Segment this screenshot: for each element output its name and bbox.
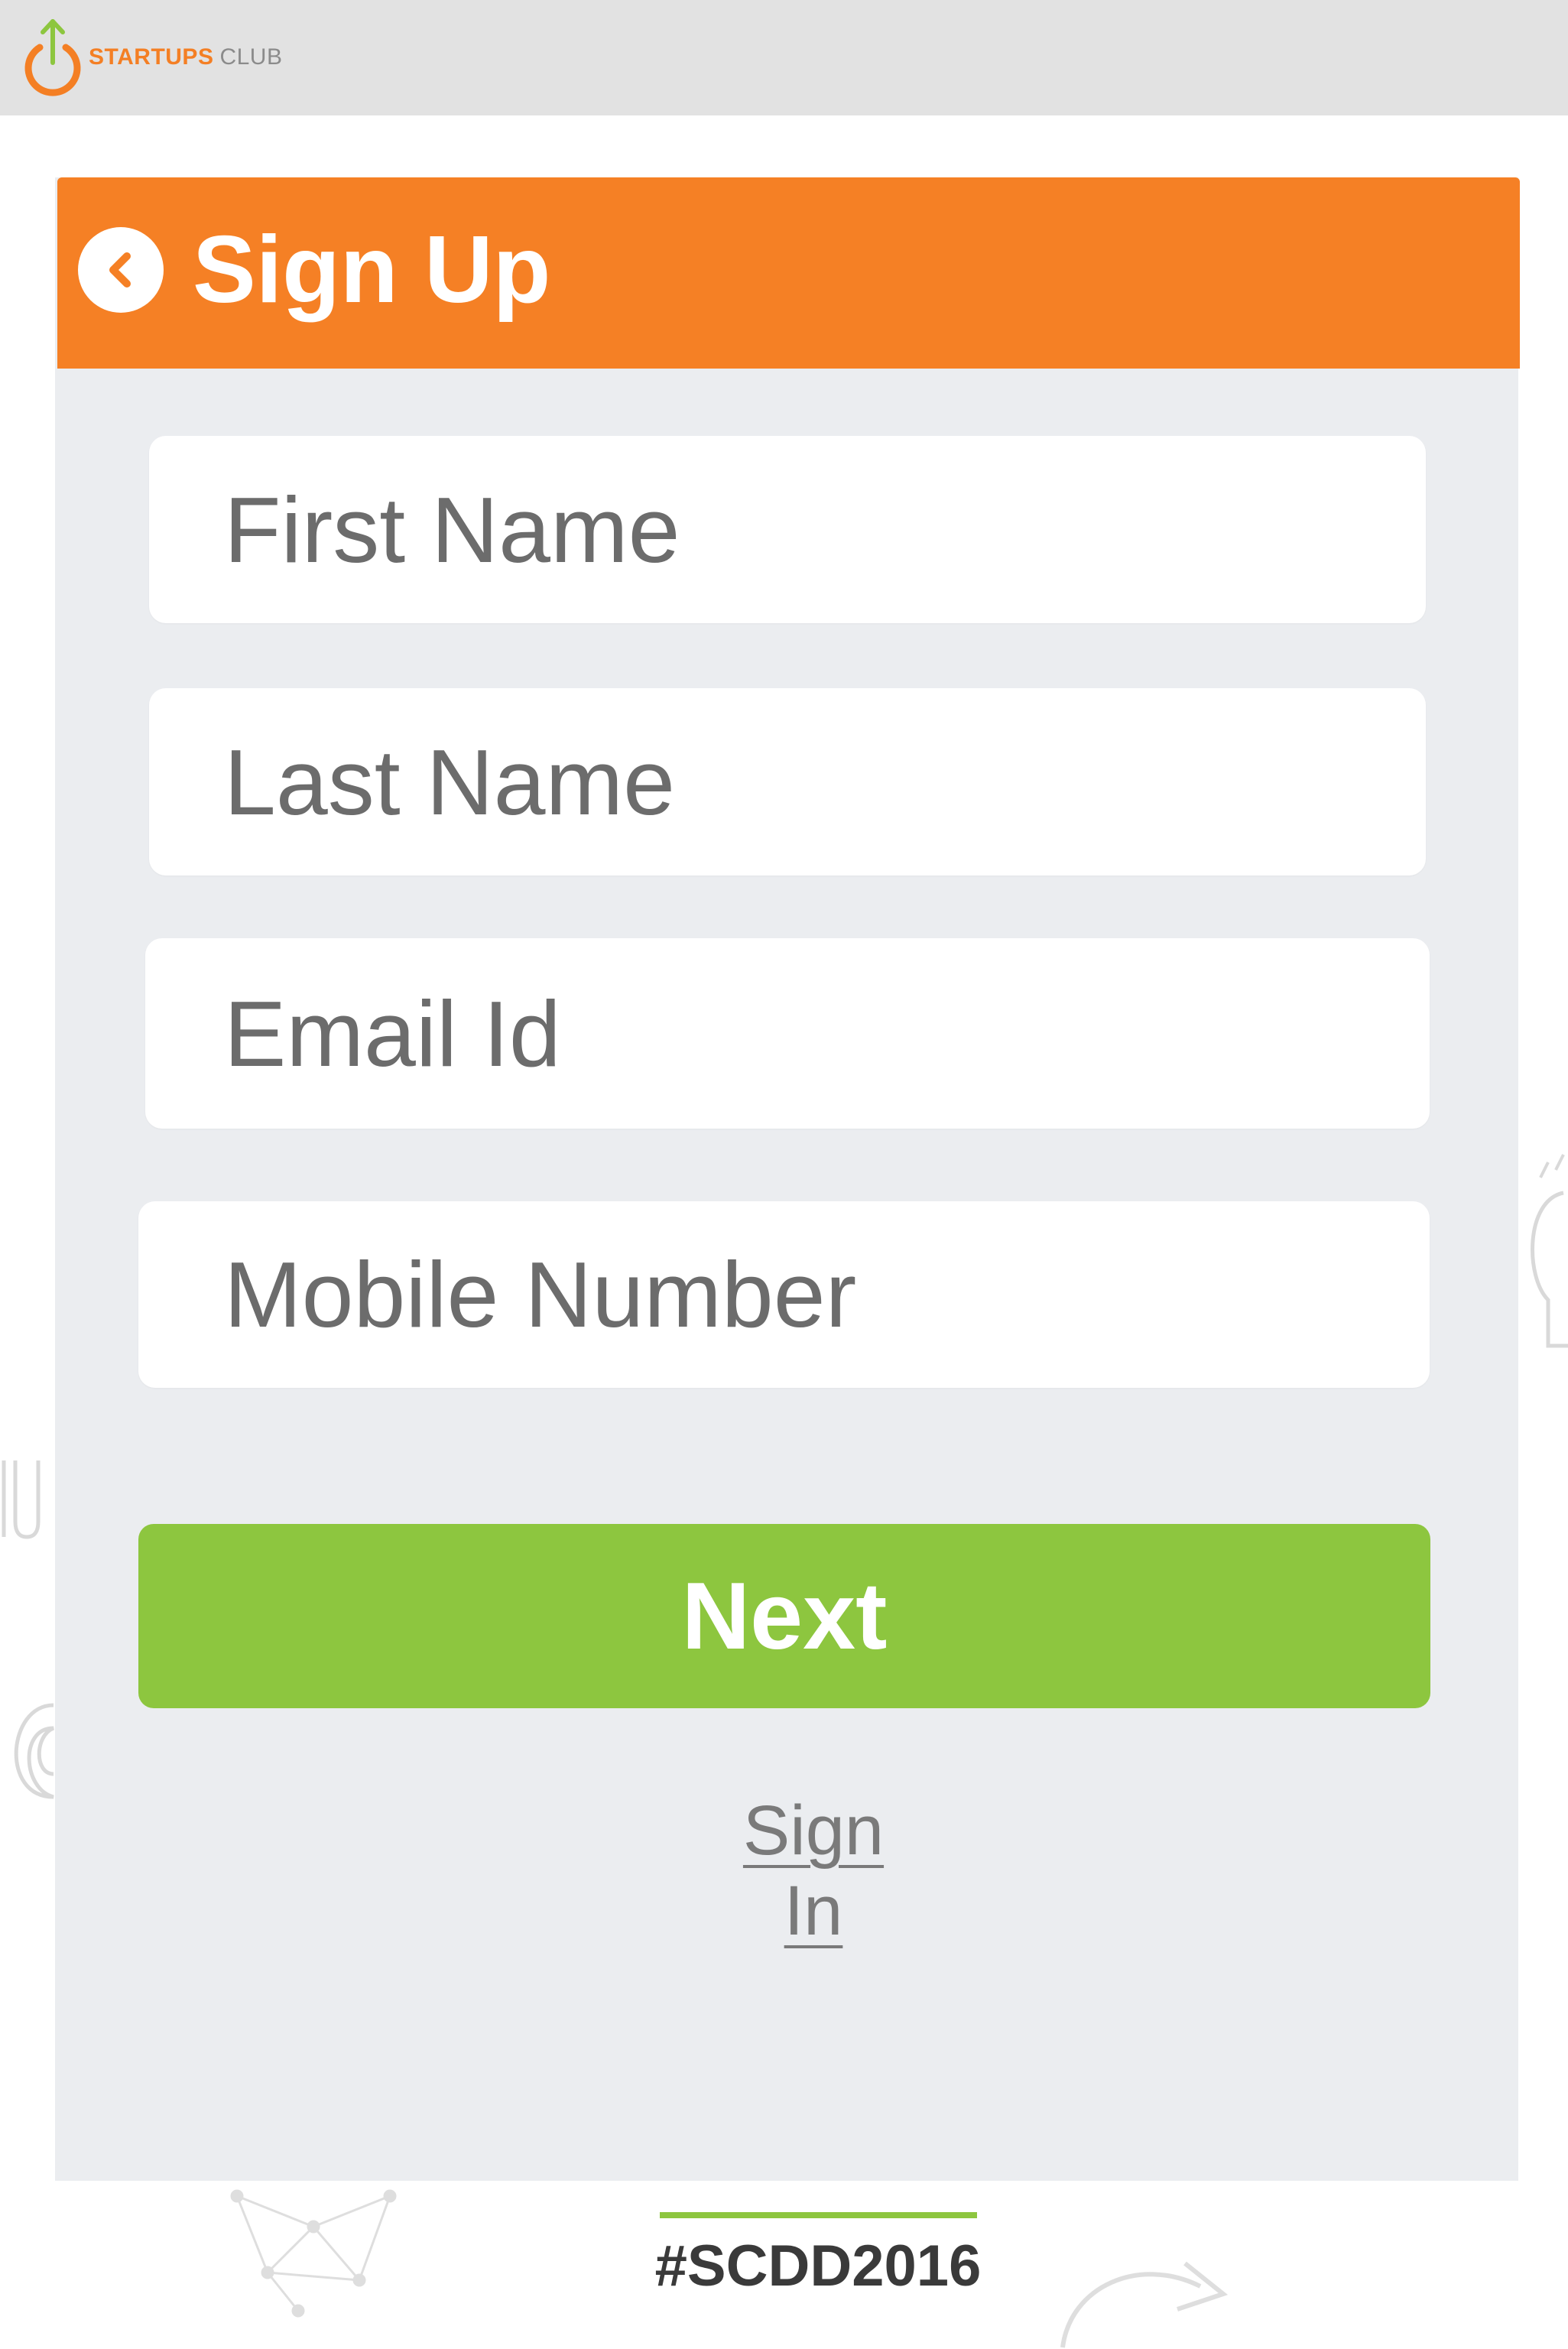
- back-button[interactable]: [78, 227, 164, 313]
- chevron-left-icon: [109, 252, 131, 288]
- logo-text: STARTUPS CLUB: [89, 44, 282, 70]
- first-name-field[interactable]: [149, 436, 1426, 623]
- event-hashtag: #SCDD2016: [654, 2234, 982, 2299]
- background-doodle-spiral: [14, 1703, 55, 1799]
- page-title: Sign Up: [193, 217, 551, 323]
- logo-club: CLUB: [219, 44, 283, 70]
- hashtag-divider: [660, 2212, 977, 2218]
- sign-in-link[interactable]: Sign In: [711, 1791, 916, 1951]
- startups-club-logo[interactable]: STARTUPS CLUB: [21, 15, 282, 99]
- top-bar: STARTUPS CLUB: [0, 0, 1568, 115]
- background-doodle-arrow: [1060, 2261, 1229, 2348]
- mobile-number-input[interactable]: [138, 1201, 1430, 1388]
- background-doodle-text: [2, 1460, 41, 1539]
- background-doodle-bulb: [1531, 1154, 1568, 1348]
- background-doodle-network: [230, 2189, 397, 2318]
- mobile-number-field[interactable]: [138, 1201, 1430, 1388]
- email-input[interactable]: [145, 938, 1430, 1129]
- last-name-field[interactable]: [149, 688, 1426, 876]
- power-arrow-icon: [24, 19, 81, 96]
- logo-brand: STARTUPS: [89, 44, 214, 70]
- last-name-input[interactable]: [149, 688, 1426, 876]
- email-field[interactable]: [145, 938, 1430, 1129]
- next-button[interactable]: Next: [138, 1524, 1430, 1708]
- first-name-input[interactable]: [149, 436, 1426, 623]
